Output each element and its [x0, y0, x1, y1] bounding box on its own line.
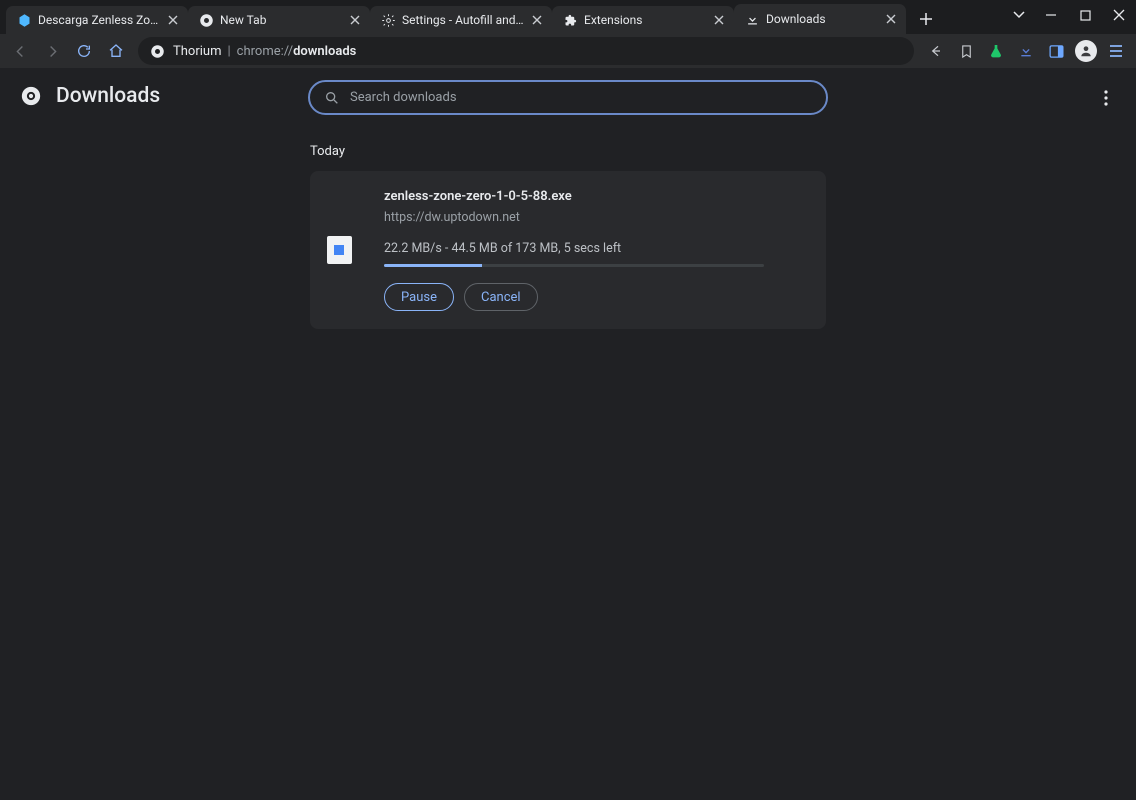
game-icon — [16, 12, 32, 28]
download-status: 22.2 MB/s - 44.5 MB of 173 MB, 5 secs le… — [384, 241, 802, 256]
tab-downloads[interactable]: Downloads — [734, 4, 906, 34]
back-button[interactable] — [6, 37, 34, 65]
pause-button[interactable]: Pause — [384, 283, 454, 311]
app-menu-button[interactable] — [1102, 37, 1130, 65]
tab-extensions[interactable]: Extensions — [552, 6, 734, 34]
search-box[interactable] — [308, 80, 828, 115]
download-indicator-icon[interactable] — [1012, 37, 1040, 65]
address-bar[interactable]: Thorium | chrome://downloads — [138, 37, 914, 65]
close-icon[interactable] — [348, 13, 362, 27]
share-button[interactable] — [922, 37, 950, 65]
omnibox-origin: Thorium — [173, 44, 221, 59]
forward-button[interactable] — [38, 37, 66, 65]
section-label: Today — [310, 144, 1136, 159]
close-icon[interactable] — [884, 12, 898, 26]
page-title: Downloads — [56, 84, 160, 108]
download-item: zenless-zone-zero-1-0-5-88.exe https://d… — [310, 171, 826, 329]
tab-title: New Tab — [220, 13, 342, 27]
bookmark-button[interactable] — [952, 37, 980, 65]
thorium-icon — [198, 12, 214, 28]
download-icon — [744, 11, 760, 27]
tab-title: Settings - Autofill and password — [402, 13, 524, 27]
profile-button[interactable] — [1072, 37, 1100, 65]
close-icon[interactable] — [712, 13, 726, 27]
maximize-button[interactable] — [1068, 0, 1102, 30]
labs-icon[interactable] — [982, 37, 1010, 65]
minimize-button[interactable] — [1034, 0, 1068, 30]
tab-search-button[interactable] — [1004, 0, 1034, 30]
omnibox-path: chrome://downloads — [237, 44, 357, 59]
search-icon — [324, 90, 340, 106]
page-menu-button[interactable] — [1092, 84, 1120, 112]
file-type-icon — [310, 171, 368, 329]
progress-fill — [384, 264, 482, 267]
reload-button[interactable] — [70, 37, 98, 65]
new-tab-button[interactable] — [912, 5, 940, 33]
puzzle-icon — [562, 12, 578, 28]
progress-bar — [384, 264, 764, 267]
thorium-logo-icon — [20, 85, 42, 107]
close-window-button[interactable] — [1102, 0, 1136, 30]
tab-newtab[interactable]: New Tab — [188, 6, 370, 34]
home-button[interactable] — [102, 37, 130, 65]
omnibox-separator: | — [227, 44, 230, 59]
download-filename[interactable]: zenless-zone-zero-1-0-5-88.exe — [384, 189, 802, 204]
toolbar: Thorium | chrome://downloads — [0, 34, 1136, 68]
search-input[interactable] — [350, 90, 812, 105]
gear-icon — [380, 12, 396, 28]
downloads-page: Downloads Today zenless-zone-zero-1-0-5-… — [0, 68, 1136, 800]
window-controls — [1004, 0, 1136, 30]
close-icon[interactable] — [530, 13, 544, 27]
tab-title: Downloads — [766, 12, 878, 26]
tab-zenless[interactable]: Descarga Zenless Zone Zero 1.0 — [6, 6, 188, 34]
tab-strip: Descarga Zenless Zone Zero 1.0 New Tab S… — [0, 0, 1136, 34]
side-panel-icon[interactable] — [1042, 37, 1070, 65]
tab-title: Extensions — [584, 13, 706, 27]
cancel-button[interactable]: Cancel — [464, 283, 538, 311]
tab-settings[interactable]: Settings - Autofill and password — [370, 6, 552, 34]
close-icon[interactable] — [166, 13, 180, 27]
site-lock-icon[interactable] — [150, 44, 165, 59]
download-source[interactable]: https://dw.uptodown.net — [384, 210, 802, 225]
tab-title: Descarga Zenless Zone Zero 1.0 — [38, 13, 160, 27]
